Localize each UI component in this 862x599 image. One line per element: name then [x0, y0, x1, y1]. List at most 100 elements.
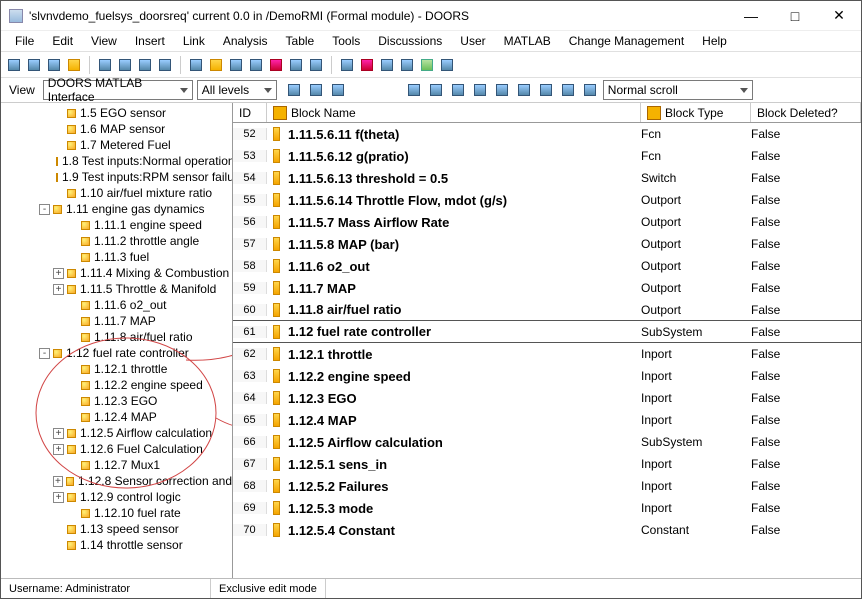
- tree-node[interactable]: +1.12.8 Sensor correction and: [3, 473, 232, 489]
- tree-node[interactable]: 1.12.4 MAP: [3, 409, 232, 425]
- expand-icon[interactable]: +: [53, 476, 63, 487]
- menu-matlab[interactable]: MATLAB: [496, 32, 559, 50]
- outline-view-icon[interactable]: [285, 81, 303, 99]
- tree-node[interactable]: 1.12.3 EGO: [3, 393, 232, 409]
- menu-insert[interactable]: Insert: [127, 32, 173, 50]
- menu-analysis[interactable]: Analysis: [215, 32, 276, 50]
- collapse-icon[interactable]: -: [39, 348, 50, 359]
- menu-user[interactable]: User: [452, 32, 493, 50]
- table-row[interactable]: 691.12.5.3 modeInportFalse: [233, 497, 861, 519]
- tree-node[interactable]: 1.12.10 fuel rate: [3, 505, 232, 521]
- tree-node[interactable]: 1.12.7 Mux1: [3, 457, 232, 473]
- table-row[interactable]: 631.12.2 engine speedInportFalse: [233, 365, 861, 387]
- tree-node[interactable]: 1.11.6 o2_out: [3, 297, 232, 313]
- view-combo[interactable]: DOORS MATLAB Interface: [43, 80, 193, 100]
- demote-icon[interactable]: [156, 56, 174, 74]
- tree-node[interactable]: 1.10 air/fuel mixture ratio: [3, 185, 232, 201]
- table-row[interactable]: 651.12.4 MAPInportFalse: [233, 409, 861, 431]
- copy-icon[interactable]: [45, 56, 63, 74]
- highlight-icon[interactable]: [581, 81, 599, 99]
- menu-discussions[interactable]: Discussions: [370, 32, 450, 50]
- table-body[interactable]: 521.11.5.6.11 f(theta)FcnFalse531.11.5.6…: [233, 123, 861, 578]
- tree-node[interactable]: +1.12.6 Fuel Calculation: [3, 441, 232, 457]
- expand-icon[interactable]: +: [53, 428, 64, 439]
- table-row[interactable]: 551.11.5.6.14 Throttle Flow, mdot (g/s)O…: [233, 189, 861, 211]
- reapply-icon[interactable]: [449, 81, 467, 99]
- table-row[interactable]: 671.12.5.1 sens_inInportFalse: [233, 453, 861, 475]
- sort-adv-icon[interactable]: [537, 81, 555, 99]
- tree-node[interactable]: 1.5 EGO sensor: [3, 105, 232, 121]
- help-icon[interactable]: [378, 56, 396, 74]
- new-object-icon[interactable]: [65, 56, 83, 74]
- print-icon[interactable]: [25, 56, 43, 74]
- link-start-icon[interactable]: [187, 56, 205, 74]
- table-row[interactable]: 661.12.5 Airflow calculationSubSystemFal…: [233, 431, 861, 453]
- table-row[interactable]: 531.11.5.6.12 g(pratio)FcnFalse: [233, 145, 861, 167]
- tree-node[interactable]: 1.7 Metered Fuel: [3, 137, 232, 153]
- collapse-icon[interactable]: -: [39, 204, 50, 215]
- menu-link[interactable]: Link: [175, 32, 213, 50]
- sort-icon[interactable]: [515, 81, 533, 99]
- links-right-icon[interactable]: [427, 81, 445, 99]
- menu-change-management[interactable]: Change Management: [561, 32, 692, 50]
- tree-node[interactable]: 1.8 Test inputs:Normal operation: [3, 153, 232, 169]
- expand-icon[interactable]: +: [53, 268, 64, 279]
- link-remove-icon[interactable]: [267, 56, 285, 74]
- spellcheck-icon[interactable]: [338, 56, 356, 74]
- tree-node[interactable]: 1.11.8 air/fuel ratio: [3, 329, 232, 345]
- tree-node[interactable]: 1.9 Test inputs:RPM sensor failu: [3, 169, 232, 185]
- scroll-combo[interactable]: Normal scroll: [603, 80, 753, 100]
- table-row[interactable]: 561.11.5.7 Mass Airflow RateOutportFalse: [233, 211, 861, 233]
- table-row[interactable]: 591.11.7 MAPOutportFalse: [233, 277, 861, 299]
- promote-icon[interactable]: [136, 56, 154, 74]
- menu-help[interactable]: Help: [694, 32, 735, 50]
- table-row[interactable]: 521.11.5.6.11 f(theta)FcnFalse: [233, 123, 861, 145]
- save-icon[interactable]: [5, 56, 23, 74]
- properties-icon[interactable]: [438, 56, 456, 74]
- table-row[interactable]: 601.11.8 air/fuel ratioOutportFalse: [233, 299, 861, 321]
- expand-icon[interactable]: +: [53, 284, 64, 295]
- columns-icon[interactable]: [559, 81, 577, 99]
- tree-node[interactable]: 1.13 speed sensor: [3, 521, 232, 537]
- table-row[interactable]: 681.12.5.2 FailuresInportFalse: [233, 475, 861, 497]
- tree-node[interactable]: 1.14 throttle sensor: [3, 537, 232, 553]
- tree-node[interactable]: +1.11.4 Mixing & Combustion: [3, 265, 232, 281]
- tree-view-icon[interactable]: [307, 81, 325, 99]
- menu-edit[interactable]: Edit: [44, 32, 81, 50]
- tree-node[interactable]: 1.11.3 fuel: [3, 249, 232, 265]
- table-row[interactable]: 571.11.5.8 MAP (bar)OutportFalse: [233, 233, 861, 255]
- tree-node[interactable]: 1.11.1 engine speed: [3, 217, 232, 233]
- maximize-button[interactable]: □: [773, 2, 817, 30]
- new-child-icon[interactable]: [116, 56, 134, 74]
- links-left-icon[interactable]: [405, 81, 423, 99]
- tree-node[interactable]: +1.12.5 Airflow calculation: [3, 425, 232, 441]
- link-module-icon[interactable]: [287, 56, 305, 74]
- link-matrix-icon[interactable]: [307, 56, 325, 74]
- level-combo[interactable]: All levels: [197, 80, 277, 100]
- minimize-button[interactable]: —: [729, 2, 773, 30]
- menu-file[interactable]: File: [7, 32, 42, 50]
- col-block-deleted[interactable]: Block Deleted?: [751, 103, 861, 122]
- expand-icon[interactable]: +: [53, 492, 64, 503]
- col-block-name[interactable]: Block Name: [267, 103, 641, 122]
- new-below-icon[interactable]: [96, 56, 114, 74]
- tree-node[interactable]: +1.12.9 control logic: [3, 489, 232, 505]
- table-row[interactable]: 541.11.5.6.13 threshold = 0.5SwitchFalse: [233, 167, 861, 189]
- link-create-icon[interactable]: [207, 56, 225, 74]
- tree-node[interactable]: 1.12.2 engine speed: [3, 377, 232, 393]
- link-delete-icon[interactable]: [247, 56, 265, 74]
- col-block-type[interactable]: Block Type: [641, 103, 751, 122]
- tree-node[interactable]: 1.11.2 throttle angle: [3, 233, 232, 249]
- table-row[interactable]: 621.12.1 throttleInportFalse: [233, 343, 861, 365]
- tree-node[interactable]: 1.11.7 MAP: [3, 313, 232, 329]
- expand-icon[interactable]: +: [53, 444, 64, 455]
- tree-node[interactable]: -1.12 fuel rate controller: [3, 345, 232, 361]
- table-row[interactable]: 641.12.3 EGOInportFalse: [233, 387, 861, 409]
- settings-icon[interactable]: [398, 56, 416, 74]
- table-row[interactable]: 581.11.6 o2_outOutportFalse: [233, 255, 861, 277]
- module-explorer-tree[interactable]: 1.5 EGO sensor1.6 MAP sensor1.7 Metered …: [1, 103, 233, 578]
- refresh-icon[interactable]: [418, 56, 436, 74]
- filter-icon[interactable]: [493, 81, 511, 99]
- tree-node[interactable]: 1.12.1 throttle: [3, 361, 232, 377]
- menu-tools[interactable]: Tools: [324, 32, 368, 50]
